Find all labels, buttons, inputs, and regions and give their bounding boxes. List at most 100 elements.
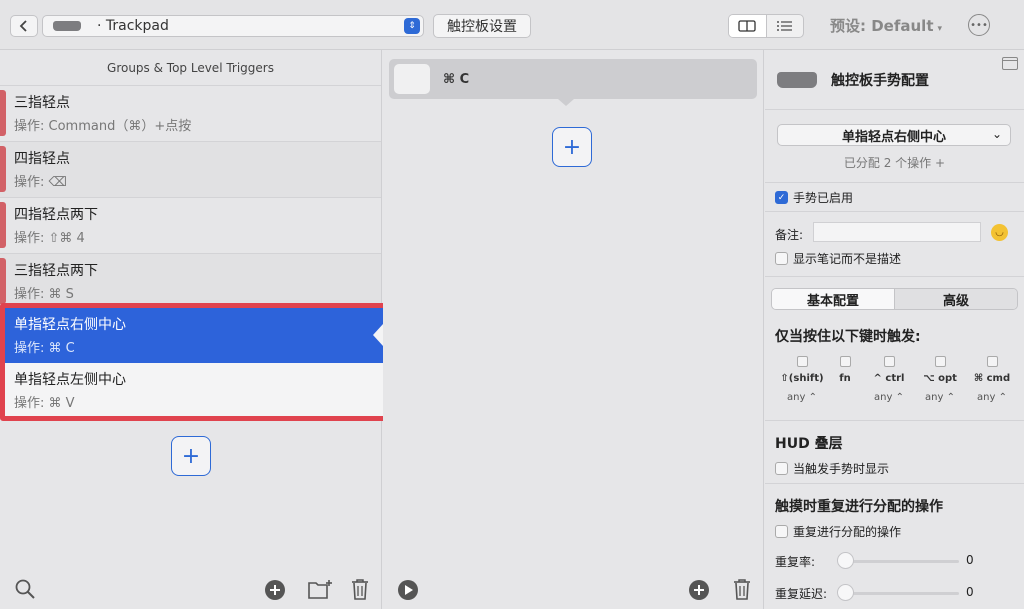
chevron-left-icon (19, 20, 27, 32)
hud-checkbox[interactable] (775, 462, 788, 475)
repeat-row[interactable]: 重复进行分配的操作 (775, 523, 901, 540)
hud-label: 当触发手势时显示 (793, 462, 890, 476)
note-input[interactable] (813, 222, 981, 242)
action-pointer (558, 99, 574, 106)
trackpad-settings-button[interactable]: 触控板设置 (433, 14, 531, 38)
modifier-ctrl: ^ ctrl any ⌃ (864, 356, 914, 403)
view-toggle[interactable] (728, 14, 804, 38)
repeat-rate-value: 0 (966, 553, 974, 567)
trigger-title: 四指轻点两下 (14, 207, 98, 223)
add-action-button[interactable]: + (552, 127, 592, 167)
trigger-title: 单指轻点右侧中心 (14, 317, 126, 333)
trash-icon[interactable] (732, 578, 752, 600)
hud-title: HUD 叠层 (775, 436, 843, 452)
triggers-panel: Groups & Top Level Triggers 三指轻点 操作: Com… (0, 50, 388, 609)
trigger-title: 三指轻点两下 (14, 263, 98, 279)
repeat-delay-value: 0 (966, 585, 974, 599)
repeat-label: 重复进行分配的操作 (793, 525, 902, 539)
add-circle-icon[interactable] (688, 579, 710, 601)
trackpad-icon (53, 21, 81, 31)
show-note-row[interactable]: 显示笔记而不是描述 (775, 250, 901, 267)
config-header: 触控板手势配置 (765, 50, 1024, 110)
modifier-value-select[interactable]: any ⌃ (864, 392, 914, 403)
repeat-delay-label: 重复延迟: (775, 586, 828, 601)
select-arrows-icon: ⇕ (404, 18, 420, 34)
play-icon[interactable] (397, 579, 419, 601)
window-icon[interactable] (1002, 57, 1018, 70)
device-select[interactable]: · Trackpad ⇕ (42, 15, 424, 37)
modifiers-title: 仅当按住以下键时触发: (775, 329, 921, 345)
assigned-actions-link[interactable]: 已分配 2 个操作 + (765, 154, 1024, 171)
repeat-title: 触摸时重复进行分配的操作 (775, 499, 943, 515)
trackpad-icon (777, 71, 817, 88)
hud-row[interactable]: 当触发手势时显示 (775, 460, 889, 477)
trigger-item[interactable]: 三指轻点 操作: Command（⌘）+点按 (0, 86, 381, 142)
emoji-picker-icon[interactable]: ◡ (991, 224, 1008, 241)
trigger-item[interactable]: 四指轻点 操作: ⌫ (0, 142, 381, 198)
tab-advanced[interactable]: 高级 (894, 289, 1017, 309)
show-note-label: 显示笔记而不是描述 (793, 252, 902, 266)
caret-down-icon: ▾ (937, 24, 943, 34)
add-trigger-button[interactable]: + (171, 436, 211, 476)
column-view-icon[interactable] (729, 15, 767, 37)
gesture-select-label: 单指轻点右侧中心 (841, 129, 946, 145)
modifier-cmd: ⌘ cmd any ⌃ (967, 356, 1017, 403)
repeat-checkbox[interactable] (775, 525, 788, 538)
selection-notch (373, 324, 383, 346)
trigger-item[interactable]: 单指轻点左侧中心 操作: ⌘ V (5, 363, 383, 416)
show-note-checkbox[interactable] (775, 252, 788, 265)
modifier-value-select[interactable]: any ⌃ (967, 392, 1017, 403)
modifier-checkbox[interactable] (934, 356, 946, 367)
repeat-delay-row: 重复延迟: 0 (775, 584, 1015, 602)
config-panel: 触控板手势配置 单指轻点右侧中心 ⌄ 已分配 2 个操作 + ✓ 手势已启用 备… (765, 50, 1024, 609)
config-title: 触控板手势配置 (831, 72, 929, 89)
repeat-delay-track[interactable] (841, 592, 959, 595)
modifier-checkbox[interactable] (796, 356, 808, 367)
trigger-action: 操作: ⇧⌘ 4 (14, 231, 85, 246)
divider (765, 211, 1024, 212)
trigger-action: 操作: ⌫ (14, 175, 67, 190)
modifier-checkbox[interactable] (883, 356, 895, 367)
modifier-opt: ⌥ opt any ⌃ (915, 356, 965, 403)
gesture-enabled-checkbox[interactable]: ✓ (775, 191, 788, 204)
repeat-rate-track[interactable] (841, 560, 959, 563)
modifier-value-select[interactable]: any ⌃ (915, 392, 965, 403)
modifier-fn: fn (820, 356, 870, 392)
repeat-delay-slider[interactable] (837, 584, 854, 601)
trigger-color-stripe (0, 90, 6, 136)
list-view-icon[interactable] (767, 15, 804, 37)
preset-dropdown[interactable]: 预设: Default ▾ (830, 15, 942, 36)
trigger-action: 操作: ⌘ V (14, 396, 75, 411)
divider (765, 483, 1024, 484)
actions-panel: ⌘ C + (383, 50, 764, 609)
modifier-checkbox[interactable] (986, 356, 998, 367)
trigger-item[interactable]: 四指轻点两下 操作: ⇧⌘ 4 (0, 198, 381, 254)
divider (765, 182, 1024, 183)
trigger-color-stripe (0, 202, 6, 248)
gesture-enabled-row[interactable]: ✓ 手势已启用 (775, 189, 853, 206)
trigger-action: 操作: ⌘ S (14, 287, 74, 302)
tab-basic[interactable]: 基本配置 (772, 289, 894, 309)
action-item[interactable]: ⌘ C (389, 59, 757, 99)
add-circle-icon[interactable] (264, 579, 286, 601)
chevron-down-icon: ⌄ (991, 127, 1002, 141)
trigger-item[interactable]: 三指轻点两下 操作: ⌘ S (0, 254, 381, 310)
modifier-name: fn (839, 373, 851, 384)
back-button[interactable] (10, 15, 38, 37)
device-label: · Trackpad (97, 18, 169, 34)
trigger-item-selected[interactable]: 单指轻点右侧中心 操作: ⌘ C (5, 308, 383, 363)
trigger-color-stripe (0, 258, 6, 304)
gesture-select[interactable]: 单指轻点右侧中心 ⌄ (777, 124, 1011, 146)
trash-icon[interactable] (350, 578, 370, 600)
repeat-rate-row: 重复率: 0 (775, 552, 1015, 570)
modifier-name: ^ ctrl (873, 373, 905, 384)
modifier-checkbox[interactable] (839, 356, 851, 367)
repeat-rate-slider[interactable] (837, 552, 854, 569)
modifier-value-select[interactable]: any ⌃ (777, 392, 827, 403)
add-folder-icon[interactable] (307, 578, 333, 600)
divider (765, 420, 1024, 421)
trigger-title: 单指轻点左侧中心 (14, 372, 126, 388)
more-options-icon[interactable]: ••• (968, 14, 990, 36)
search-icon[interactable] (14, 578, 36, 600)
trigger-action: 操作: ⌘ C (14, 341, 75, 356)
